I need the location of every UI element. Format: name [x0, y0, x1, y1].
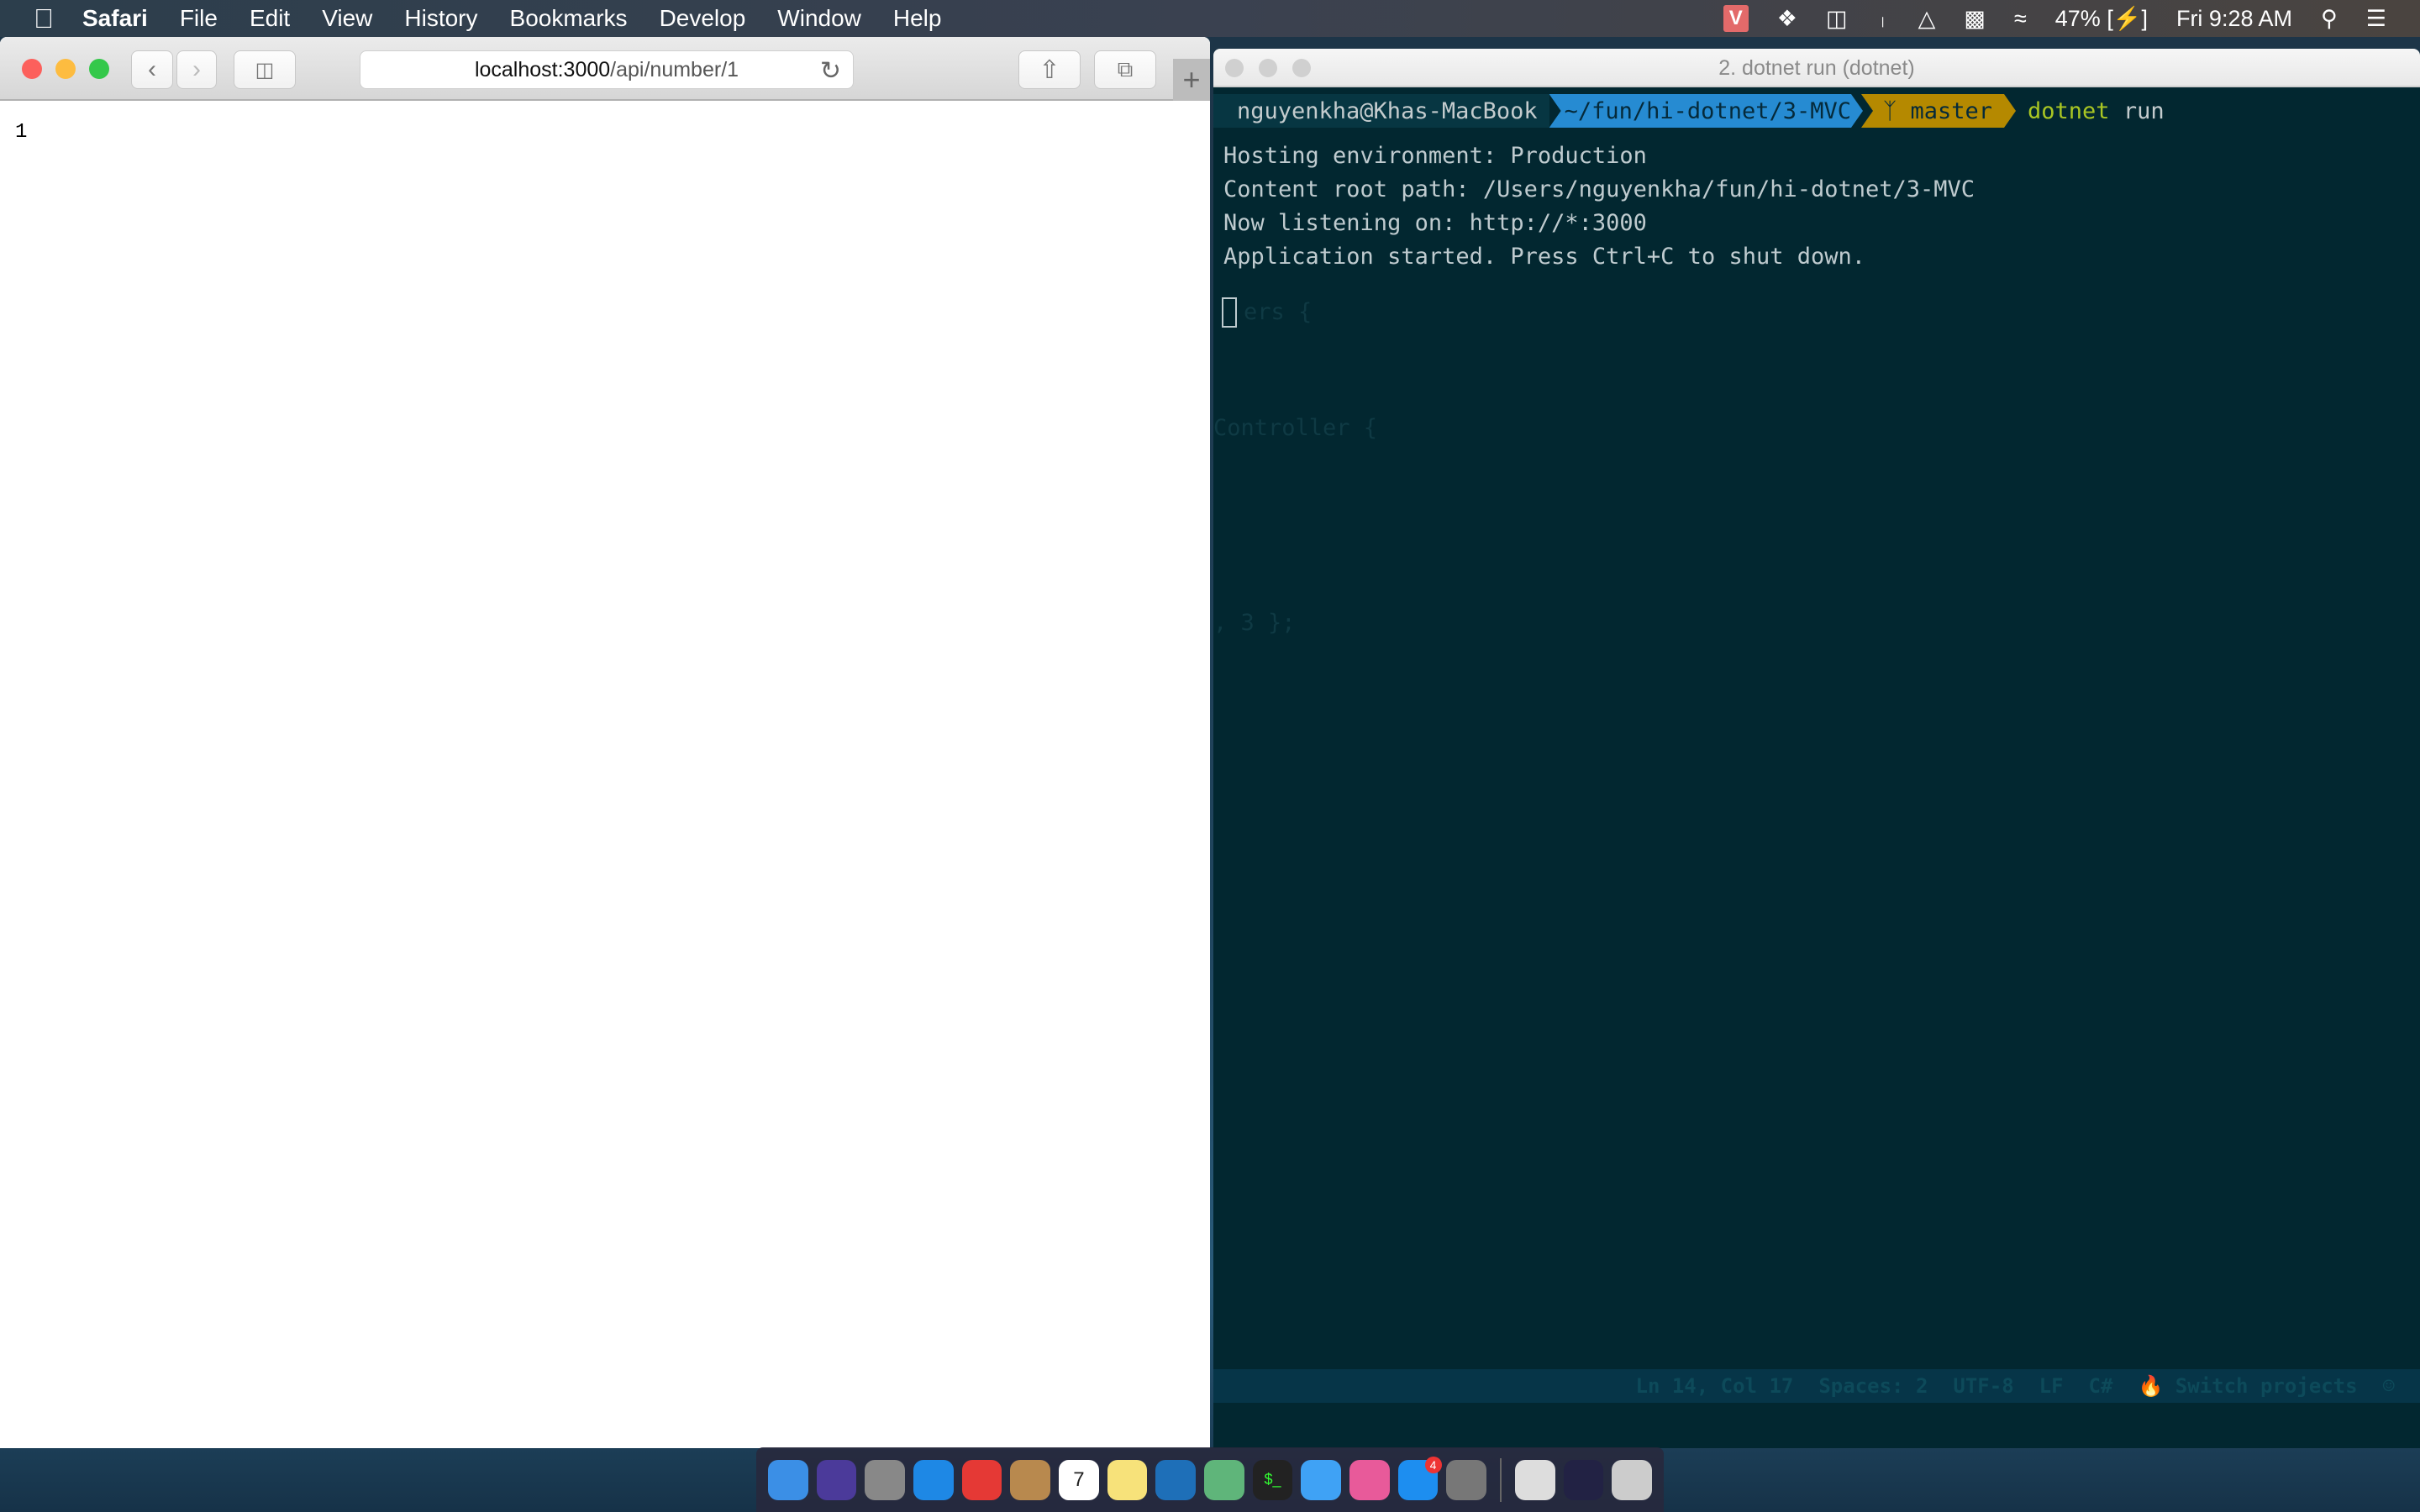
tabs-overview-icon[interactable]: ⧉: [1094, 50, 1156, 89]
clock[interactable]: Fri 9:28 AM: [2176, 6, 2292, 32]
status-indent[interactable]: Spaces: 2: [1818, 1374, 1928, 1398]
dock: 7 $_ 4: [756, 1447, 1664, 1512]
menu-develop[interactable]: Develop: [660, 5, 746, 32]
bluetooth-icon[interactable]: ᛧ: [1876, 6, 1889, 32]
menu-view[interactable]: View: [322, 5, 372, 32]
menu-app-safari[interactable]: Safari: [82, 5, 148, 32]
dock-atom-icon[interactable]: [1204, 1459, 1244, 1500]
dock-trash-icon[interactable]: [1612, 1459, 1653, 1500]
prompt-path: ~/fun/hi-dotnet/3-MVC: [1549, 94, 1863, 128]
command: dotnet run: [2028, 98, 2165, 124]
new-tab-button[interactable]: +: [1173, 59, 1210, 101]
dock-screenshot-stack-icon[interactable]: [1563, 1459, 1604, 1500]
forward-button[interactable]: ›: [176, 50, 217, 89]
output-line: Application started. Press Ctrl+C to shu…: [1223, 244, 1866, 270]
zoom-button[interactable]: [1292, 59, 1311, 77]
terminal-titlebar: 2. dotnet run (dotnet): [1213, 49, 2420, 87]
git-branch-icon: ᛉ: [1883, 97, 1911, 124]
safari-window: ‹ › ◫ localhost:3000/api/number/1 ↻ ⇧ ⧉ …: [0, 37, 1210, 1448]
dock-launchpad-icon[interactable]: [865, 1459, 906, 1500]
menu-bar:  Safari File Edit View History Bookmark…: [0, 0, 2420, 37]
prompt-user: nguyenkha@Khas-MacBook: [1213, 94, 1549, 128]
status-eol[interactable]: LF: [2039, 1374, 2064, 1398]
status-position[interactable]: Ln 14, Col 17: [1636, 1374, 1794, 1398]
menu-file[interactable]: File: [180, 5, 218, 32]
address-bar[interactable]: localhost:3000/api/number/1 ↻: [360, 50, 854, 89]
menu-window[interactable]: Window: [777, 5, 861, 32]
terminal-window: 2. dotnet run (dotnet) nguyenkha@Khas-Ma…: [1213, 49, 2420, 1448]
spotlight-search-icon[interactable]: ⚲: [2321, 6, 2338, 32]
output-line: Hosting environment: Production: [1223, 143, 1647, 169]
terminal-cursor: [1222, 297, 1237, 328]
battery-status[interactable]: 47% [⚡]: [2055, 5, 2148, 32]
status-switch-projects[interactable]: 🔥 Switch projects: [2138, 1374, 2357, 1398]
dropbox-icon[interactable]: ❖: [1777, 6, 1797, 32]
dock-system-preferences-icon[interactable]: [1446, 1459, 1487, 1500]
dock-contacts-icon[interactable]: [1010, 1459, 1051, 1500]
share-icon[interactable]: ⇧: [1018, 50, 1081, 89]
menu-edit[interactable]: Edit: [250, 5, 290, 32]
feedback-smiley-icon[interactable]: ☺: [2383, 1374, 2395, 1398]
command-name: dotnet: [2028, 97, 2110, 124]
status-encoding[interactable]: UTF-8: [1953, 1374, 2013, 1398]
url-host: localhost:3000: [474, 57, 611, 81]
prompt-git: ᛉ master: [1861, 94, 2016, 128]
battery-percent: 47%: [2054, 6, 2101, 31]
dock-app-store-icon[interactable]: 4: [1397, 1456, 1442, 1500]
dock-finder-icon[interactable]: [768, 1459, 808, 1500]
apple-menu-icon[interactable]: : [34, 3, 54, 34]
command-args: run: [2123, 97, 2165, 124]
flame-icon: 🔥: [2138, 1374, 2164, 1398]
dock-vscode-icon[interactable]: [1155, 1459, 1197, 1500]
reload-icon[interactable]: ↻: [820, 56, 841, 86]
menu-help[interactable]: Help: [893, 5, 942, 32]
ghost-text: Controller {: [1213, 415, 1378, 441]
switch-projects-label: Switch projects: [2175, 1374, 2358, 1398]
dock-downloads-icon[interactable]: [1515, 1459, 1555, 1500]
wifi-icon[interactable]: ≈: [2014, 6, 2027, 32]
ghost-text: ers {: [1244, 299, 1313, 325]
menu-bookmarks[interactable]: Bookmarks: [510, 5, 628, 32]
memory-icon[interactable]: ▩: [1964, 6, 1986, 32]
dock-messages-icon[interactable]: [1301, 1459, 1342, 1500]
dock-chrome-icon[interactable]: [961, 1459, 1002, 1500]
minimize-button[interactable]: [55, 59, 76, 79]
back-button[interactable]: ‹: [131, 50, 173, 89]
dock-separator: [1500, 1457, 1502, 1502]
app-store-badge: 4: [1424, 1456, 1442, 1473]
close-button[interactable]: [1225, 59, 1244, 77]
notification-center-icon[interactable]: ☰: [2366, 6, 2386, 32]
shell-prompt: nguyenkha@Khas-MacBook ~/fun/hi-dotnet/3…: [1213, 94, 2165, 128]
editor-status-bar: Ln 14, Col 17 Spaces: 2 UTF-8 LF C# 🔥 Sw…: [1213, 1369, 2420, 1403]
git-branch: master: [1910, 97, 1993, 124]
menu-history[interactable]: History: [404, 5, 477, 32]
sidebar-toggle-icon[interactable]: ◫: [234, 50, 296, 89]
page-content: 1: [15, 121, 28, 144]
dock-safari-icon[interactable]: [913, 1459, 954, 1500]
safari-toolbar: ‹ › ◫ localhost:3000/api/number/1 ↻ ⇧ ⧉ …: [0, 37, 1210, 101]
ghost-text: , 3 };: [1213, 610, 1296, 636]
vivaldi-icon[interactable]: V: [1723, 5, 1749, 32]
terminal-body[interactable]: nguyenkha@Khas-MacBook ~/fun/hi-dotnet/3…: [1213, 87, 2420, 1410]
dock-siri-icon[interactable]: [816, 1459, 857, 1500]
output-line: Content root path: /Users/nguyenkha/fun/…: [1223, 176, 1975, 202]
status-language[interactable]: C#: [2089, 1374, 2113, 1398]
dock-terminal-icon[interactable]: $_: [1252, 1459, 1293, 1500]
minimize-button[interactable]: [1259, 59, 1277, 77]
dock-itunes-icon[interactable]: [1349, 1459, 1390, 1500]
zoom-button[interactable]: [89, 59, 109, 79]
battery-charging-icon: [⚡]: [2107, 6, 2148, 31]
terminal-title: 2. dotnet run (dotnet): [1718, 56, 1915, 80]
url-path: /api/number/1: [610, 57, 739, 81]
airplay-icon[interactable]: △: [1918, 6, 1936, 32]
close-button[interactable]: [22, 59, 42, 79]
dock-notes-icon[interactable]: [1107, 1459, 1148, 1500]
display-icon[interactable]: ◫: [1826, 6, 1848, 32]
output-line: Now listening on: http://*:3000: [1223, 210, 1647, 236]
dock-calendar-icon[interactable]: 7: [1059, 1459, 1099, 1500]
